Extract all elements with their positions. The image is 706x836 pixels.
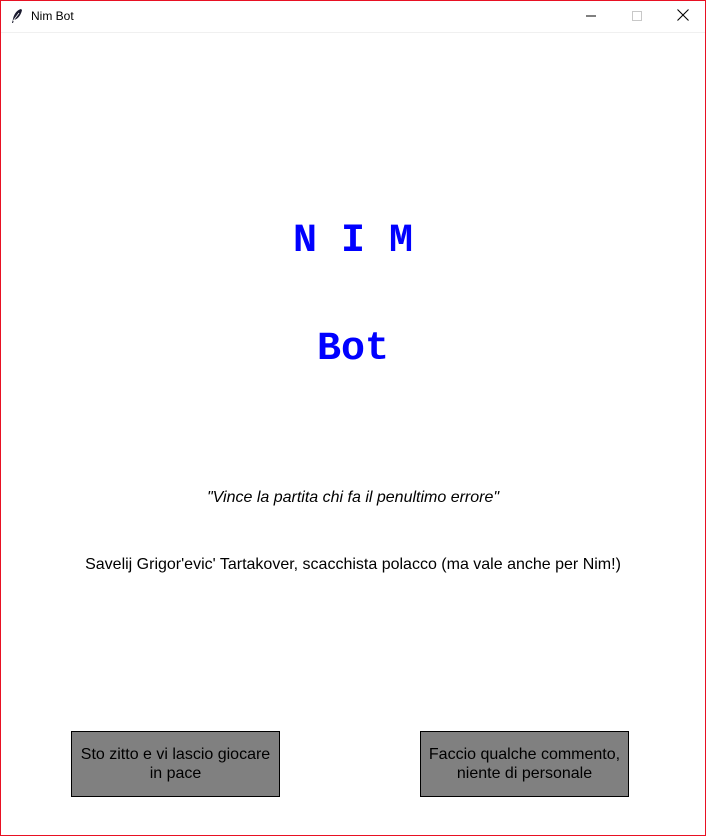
- silent-mode-button[interactable]: Sto zitto e vi lascio giocare in pace: [71, 731, 280, 797]
- bot-heading: Bot: [316, 327, 389, 372]
- close-button[interactable]: [660, 1, 706, 32]
- quote-attribution: Savelij Grigor'evic' Tartakover, scacchi…: [85, 556, 621, 573]
- minimize-button[interactable]: [568, 1, 614, 32]
- app-window: Nim Bot N I M Bot "Vince la partita chi …: [0, 0, 706, 836]
- silent-mode-label: Sto zitto e vi lascio giocare in pace: [80, 746, 271, 782]
- feather-icon: [10, 8, 24, 24]
- maximize-icon: [632, 8, 642, 26]
- comment-mode-button[interactable]: Faccio qualche commento, niente di perso…: [420, 731, 629, 797]
- window-title: Nim Bot: [31, 9, 74, 23]
- maximize-button[interactable]: [614, 1, 660, 32]
- comment-mode-label: Faccio qualche commento, niente di perso…: [428, 746, 621, 782]
- quote-text: "Vince la partita chi fa il penultimo er…: [206, 489, 500, 506]
- title-bar[interactable]: Nim Bot: [1, 1, 705, 33]
- close-icon: [677, 8, 689, 26]
- nim-heading: N I M: [292, 219, 414, 264]
- minimize-icon: [586, 8, 596, 26]
